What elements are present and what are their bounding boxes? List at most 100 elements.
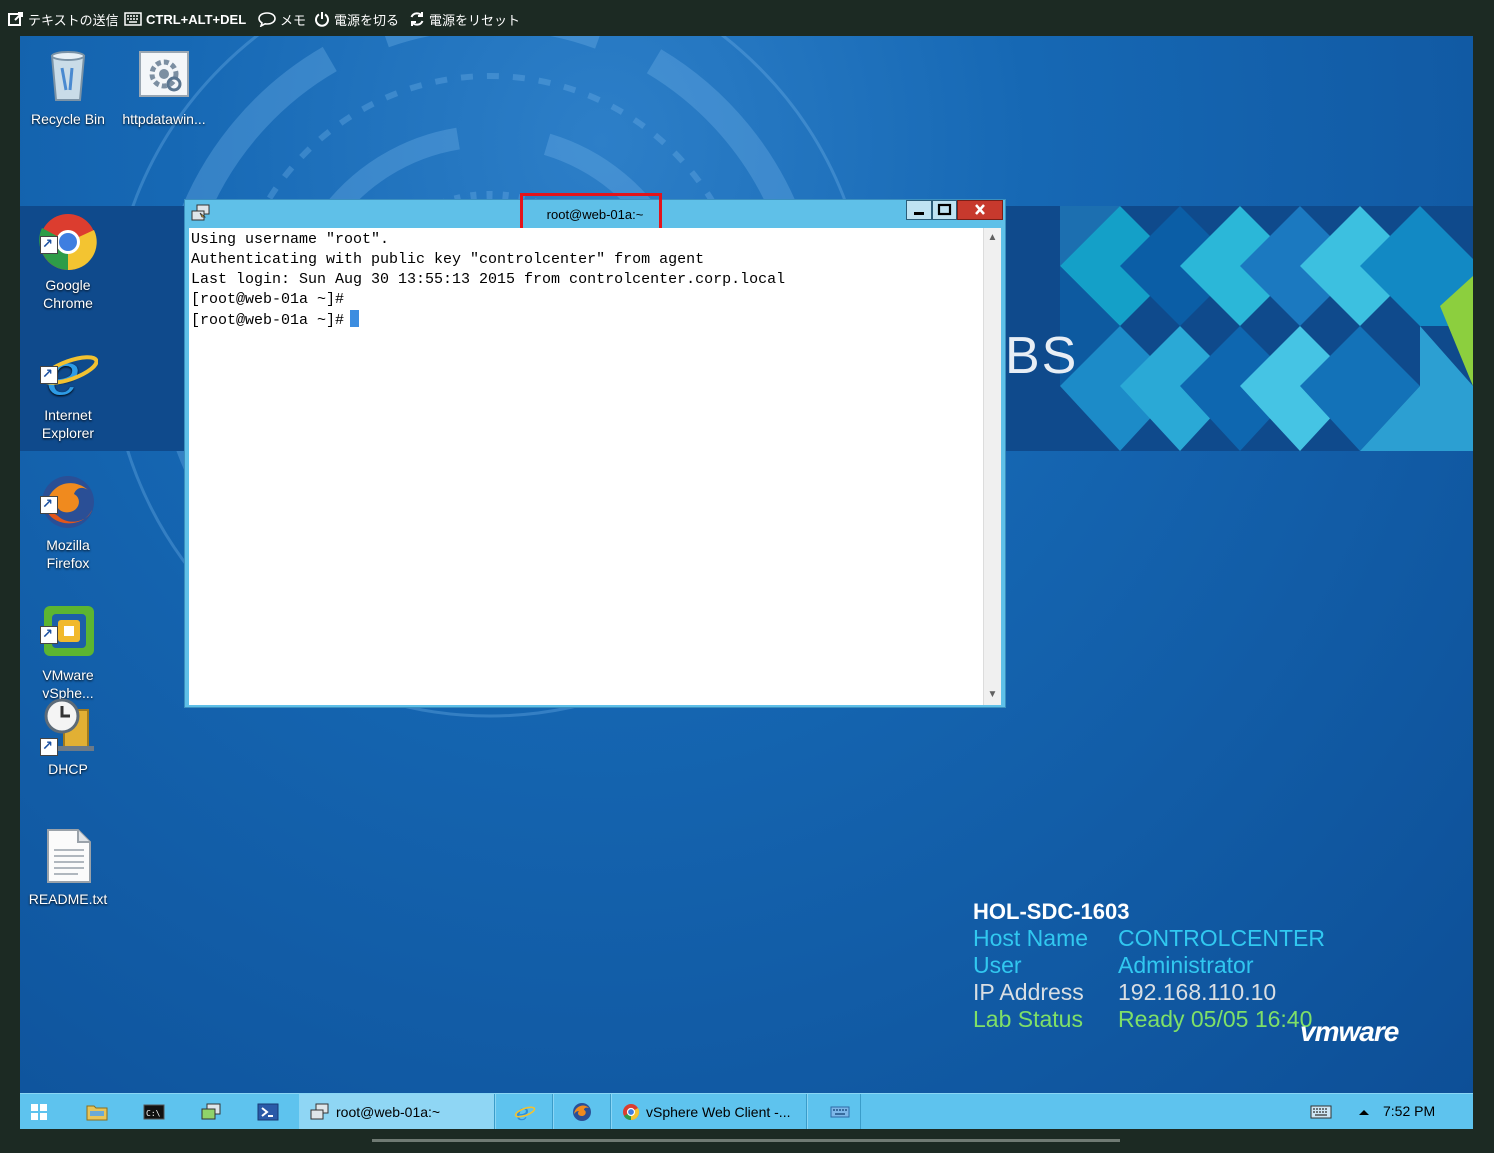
speech-bubble-icon <box>258 12 276 27</box>
user-value: Administrator <box>1118 952 1254 978</box>
power-reset-button[interactable]: 電源をリセット <box>409 10 520 28</box>
tray-keyboard-button[interactable] <box>1310 1094 1334 1129</box>
lab-status-key: Lab Status <box>973 1006 1083 1032</box>
terminal-line: Using username "root". <box>191 231 390 248</box>
close-button[interactable] <box>957 200 1003 220</box>
terminal-line: [root@web-01a ~]# <box>191 291 345 308</box>
keyboard-icon <box>1310 1105 1332 1118</box>
user-key: User <box>973 952 1022 978</box>
lab-id: HOL-SDC-1603 <box>973 899 1130 924</box>
httpdatawin-icon[interactable]: httpdatawin... <box>114 46 214 128</box>
taskbar-osk-task[interactable] <box>807 1094 861 1129</box>
terminal-cursor <box>350 310 360 327</box>
putty-window[interactable]: root@web-01a:~ Using username "root". Au… <box>184 193 1006 708</box>
close-icon <box>975 204 985 215</box>
settings-file-icon <box>139 51 189 97</box>
shortcut-arrow-icon <box>40 625 58 644</box>
host-name-key: Host Name <box>973 925 1089 951</box>
shortcut-arrow-icon <box>40 235 58 254</box>
terminal-prompt: [root@web-01a ~]# <box>191 312 345 329</box>
lab-status-row: Lab Status Ready 05/05 16:40 <box>973 1006 1325 1033</box>
firefox-logo-icon <box>573 1102 591 1121</box>
putty-launcher-button[interactable] <box>200 1094 224 1129</box>
start-button[interactable] <box>30 1094 56 1129</box>
windows-logo-icon <box>31 1103 47 1120</box>
send-text-label: テキストの送信 <box>28 12 119 28</box>
taskbar-ie-task[interactable]: e <box>495 1094 553 1129</box>
console-bottom-strip <box>0 1129 1494 1148</box>
send-text-icon <box>8 12 23 26</box>
shortcut-arrow-icon <box>40 737 58 756</box>
taskbar-clock[interactable]: 7:52 PM <box>1383 1103 1435 1119</box>
ip-address-row: IP Address 192.168.110.10 <box>973 979 1325 1006</box>
bginfo-panel: HOL-SDC-1603 Host Name CONTROLCENTER Use… <box>973 898 1325 1033</box>
power-off-button[interactable]: 電源を切る <box>314 10 399 28</box>
svg-text:C:\: C:\ <box>146 1109 161 1118</box>
power-reset-label: 電源をリセット <box>429 12 521 28</box>
console-scrollbar-track <box>372 1139 1120 1142</box>
memo-button[interactable]: メモ <box>258 10 306 28</box>
memo-label: メモ <box>280 12 307 28</box>
text-file-icon <box>47 829 91 883</box>
putty-icon <box>201 1103 221 1119</box>
tray-show-hidden-button[interactable] <box>1358 1094 1372 1129</box>
ie-logo-icon: e <box>514 1102 536 1122</box>
console-toolbar: テキストの送信 CTRL+ALT+DEL メモ 電源を切る 電源をリセット <box>0 0 1494 36</box>
maximize-icon <box>937 203 952 216</box>
taskbar: C:\ root@web-01a:~ e vSphere Web Client … <box>20 1093 1473 1129</box>
putty-icon <box>310 1103 329 1119</box>
power-off-label: 電源を切る <box>334 12 400 28</box>
folder-icon <box>86 1105 108 1120</box>
taskbar-putty-label: root@web-01a:~ <box>336 1103 441 1120</box>
powershell-button[interactable] <box>257 1094 281 1129</box>
shortcut-arrow-icon <box>40 495 58 514</box>
chrome-logo-icon <box>623 1103 640 1120</box>
readme-label: README.txt <box>28 891 108 907</box>
vmware-logo: vmware <box>1300 1016 1399 1047</box>
putty-titlebar[interactable]: root@web-01a:~ <box>185 193 1005 233</box>
title-highlight-box <box>520 193 662 233</box>
terminal-output[interactable]: Using username "root". Authenticating wi… <box>189 228 983 705</box>
terminal-scrollbar[interactable]: ▲ ▼ <box>983 228 1001 705</box>
keyboard-icon <box>830 1106 850 1117</box>
recycle-bin-label: Recycle Bin <box>31 111 105 127</box>
user-row: User Administrator <box>973 952 1325 979</box>
cmd-icon: C:\ <box>143 1104 165 1119</box>
putty-icon <box>191 204 210 221</box>
maximize-button[interactable] <box>932 200 957 220</box>
minimize-button[interactable] <box>906 200 932 220</box>
chevron-up-icon <box>1359 1109 1369 1115</box>
terminal-line: Authenticating with public key "controlc… <box>191 251 705 268</box>
trash-can-icon <box>50 51 86 101</box>
taskbar-putty-task[interactable]: root@web-01a:~ <box>299 1094 495 1129</box>
command-prompt-button[interactable]: C:\ <box>143 1094 167 1129</box>
ip-address-key: IP Address <box>973 979 1084 1005</box>
host-name-value: CONTROLCENTER <box>1118 925 1326 951</box>
wallpaper-text: BS <box>1005 327 1079 385</box>
terminal-prompt-line: [root@web-01a ~]# <box>191 310 981 330</box>
powershell-icon <box>257 1103 279 1120</box>
ctrl-alt-del-button[interactable]: CTRL+ALT+DEL <box>124 10 246 28</box>
taskbar-chrome-task[interactable]: vSphere Web Client -... <box>611 1094 807 1129</box>
taskbar-firefox-task[interactable] <box>553 1094 611 1129</box>
dhcp-icon[interactable]: DHCP <box>20 696 118 778</box>
taskbar-chrome-label: vSphere Web Client -... <box>646 1103 791 1120</box>
scroll-down-icon[interactable]: ▼ <box>985 687 1000 703</box>
shortcut-arrow-icon <box>40 365 58 384</box>
ctrl-alt-del-label: CTRL+ALT+DEL <box>146 11 247 27</box>
host-name-row: Host Name CONTROLCENTER <box>973 925 1325 952</box>
minimize-icon <box>914 212 924 215</box>
wallpaper-mosaic <box>1060 206 1473 451</box>
power-icon <box>315 12 329 27</box>
terminal-line: Last login: Sun Aug 30 13:55:13 2015 fro… <box>191 271 786 288</box>
ip-address-value: 192.168.110.10 <box>1118 979 1277 1005</box>
refresh-icon <box>410 12 424 26</box>
recycle-bin-icon[interactable]: Recycle Bin <box>20 46 118 128</box>
dhcp-label: DHCP <box>48 761 88 777</box>
keyboard-icon <box>124 12 142 26</box>
scroll-up-icon[interactable]: ▲ <box>985 230 1000 246</box>
lab-status-value: Ready 05/05 16:40 <box>1118 1006 1313 1032</box>
send-text-button[interactable]: テキストの送信 <box>8 10 119 28</box>
readme-icon[interactable]: README.txt <box>20 826 118 908</box>
file-explorer-button[interactable] <box>86 1094 110 1129</box>
